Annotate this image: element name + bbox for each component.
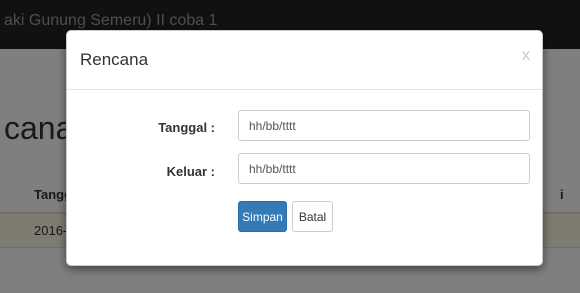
- modal-header: Rencana x: [67, 31, 542, 90]
- tanggal-input[interactable]: [238, 110, 530, 141]
- close-icon[interactable]: x: [522, 47, 530, 65]
- simpan-button[interactable]: Simpan: [238, 201, 287, 232]
- tanggal-label: Tanggal :: [158, 120, 215, 135]
- rencana-modal: Rencana x Tanggal : Keluar : Simpan Bata…: [66, 30, 543, 266]
- keluar-input[interactable]: [238, 153, 530, 184]
- batal-button[interactable]: Batal: [292, 201, 333, 232]
- keluar-label: Keluar :: [166, 164, 215, 179]
- modal-title: Rencana: [80, 50, 149, 69]
- page: aki Gunung Semeru) II coba 1 cana Tangg …: [0, 0, 580, 293]
